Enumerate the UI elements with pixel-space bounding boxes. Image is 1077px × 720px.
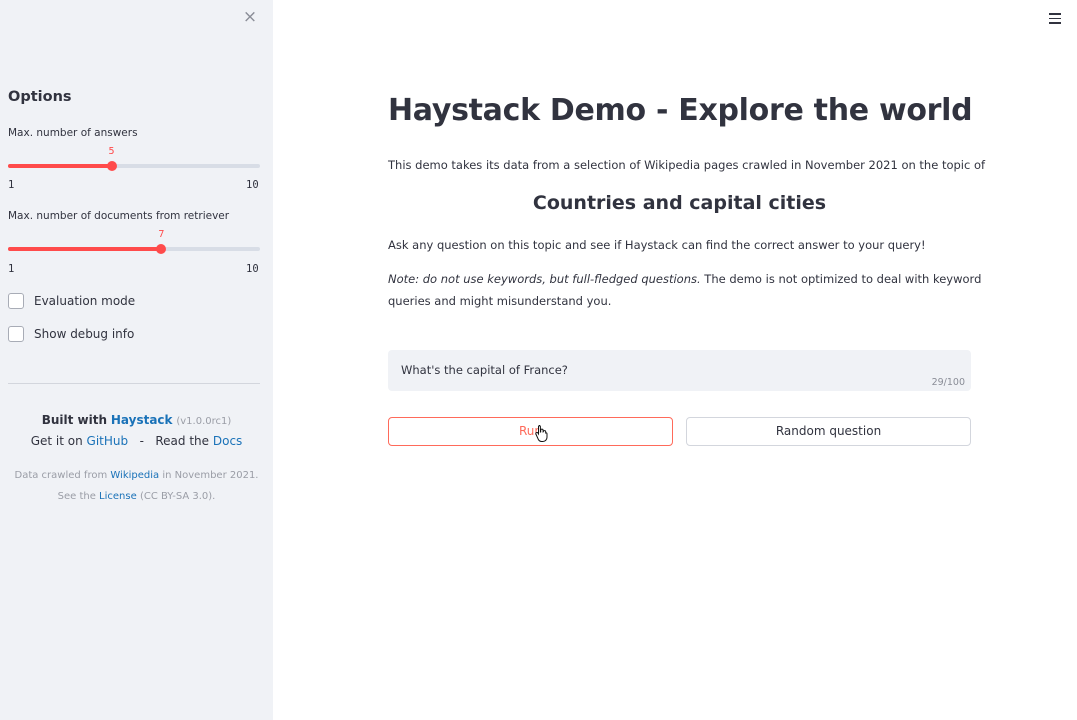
options-title: Options	[8, 89, 72, 105]
intro-text: This demo takes its data from a selectio…	[388, 158, 986, 172]
separator-dash: -	[139, 434, 144, 448]
wikipedia-link[interactable]: Wikipedia	[110, 470, 159, 481]
hand-pointer-icon	[535, 425, 548, 442]
note-rest: The demo is not optimized to deal with k…	[700, 272, 982, 286]
slider-fill	[8, 164, 112, 168]
question-value: What's the capital of France?	[401, 363, 568, 377]
crawled-suffix: in November 2021.	[162, 470, 259, 481]
ask-text: Ask any question on this topic and see i…	[388, 238, 926, 252]
question-input[interactable]: What's the capital of France? 29/100	[388, 350, 971, 391]
github-link[interactable]: GitHub	[87, 434, 129, 448]
note-line-2: queries and might misunderstand you.	[388, 294, 612, 308]
sidebar-divider	[8, 383, 260, 384]
evaluation-mode-checkbox[interactable]: Evaluation mode	[8, 293, 135, 309]
license-note: See the License (CC BY-SA 3.0).	[0, 491, 273, 502]
get-it-on-text: Get it on	[30, 434, 83, 448]
read-the-text: Read the	[155, 434, 210, 448]
crawled-prefix: Data crawled from	[14, 470, 108, 481]
slider-fill	[8, 247, 162, 251]
close-sidebar-icon[interactable]: ×	[242, 7, 258, 27]
max-documents-label: Max. number of documents from retriever	[8, 210, 230, 222]
hamburger-line	[1049, 17, 1061, 19]
slider-thumb[interactable]	[106, 161, 117, 171]
slider-value: 5	[108, 146, 115, 157]
hamburger-line	[1049, 13, 1061, 15]
checkbox-box[interactable]	[8, 293, 24, 309]
run-button[interactable]: Run	[388, 417, 673, 446]
page-title: Haystack Demo - Explore the world	[388, 93, 973, 128]
slider-max-label: 10	[246, 263, 259, 275]
hamburger-menu-icon[interactable]	[1047, 10, 1063, 26]
max-answers-slider[interactable]: 5	[8, 146, 260, 180]
version-text: (v1.0.0rc1)	[176, 416, 232, 427]
links-line: Get it on GitHub - Read the Docs	[0, 434, 273, 448]
see-the-text: See the	[57, 491, 96, 502]
hamburger-line	[1049, 22, 1061, 24]
note-italic: Note: do not use keywords, but full-fled…	[388, 272, 701, 286]
built-with-line: Built with Haystack (v1.0.0rc1)	[0, 413, 273, 427]
slider-value: 7	[158, 229, 165, 240]
show-debug-checkbox[interactable]: Show debug info	[8, 326, 134, 342]
show-debug-label: Show debug info	[34, 327, 135, 341]
slider-min-label: 1	[8, 263, 15, 275]
sidebar: × Options Max. number of answers 5 1 10 …	[0, 0, 273, 720]
slider-max-label: 10	[246, 179, 259, 191]
checkbox-box[interactable]	[8, 326, 24, 342]
slider-thumb[interactable]	[156, 244, 167, 254]
license-link[interactable]: License	[99, 491, 137, 502]
crawled-note: Data crawled from Wikipedia in November …	[0, 470, 273, 481]
char-count: 29/100	[931, 377, 965, 388]
note-line-1: Note: do not use keywords, but full-fled…	[388, 272, 981, 286]
haystack-link[interactable]: Haystack	[111, 413, 173, 427]
random-question-button[interactable]: Random question	[686, 417, 971, 446]
license-suffix: (CC BY-SA 3.0).	[139, 491, 216, 502]
evaluation-mode-label: Evaluation mode	[34, 294, 136, 308]
docs-link[interactable]: Docs	[213, 434, 242, 448]
max-answers-label: Max. number of answers	[8, 127, 138, 139]
topic-subtitle: Countries and capital cities	[532, 192, 827, 214]
slider-min-label: 1	[8, 179, 15, 191]
built-with-text: Built with	[41, 413, 108, 427]
max-documents-slider[interactable]: 7	[8, 229, 260, 263]
